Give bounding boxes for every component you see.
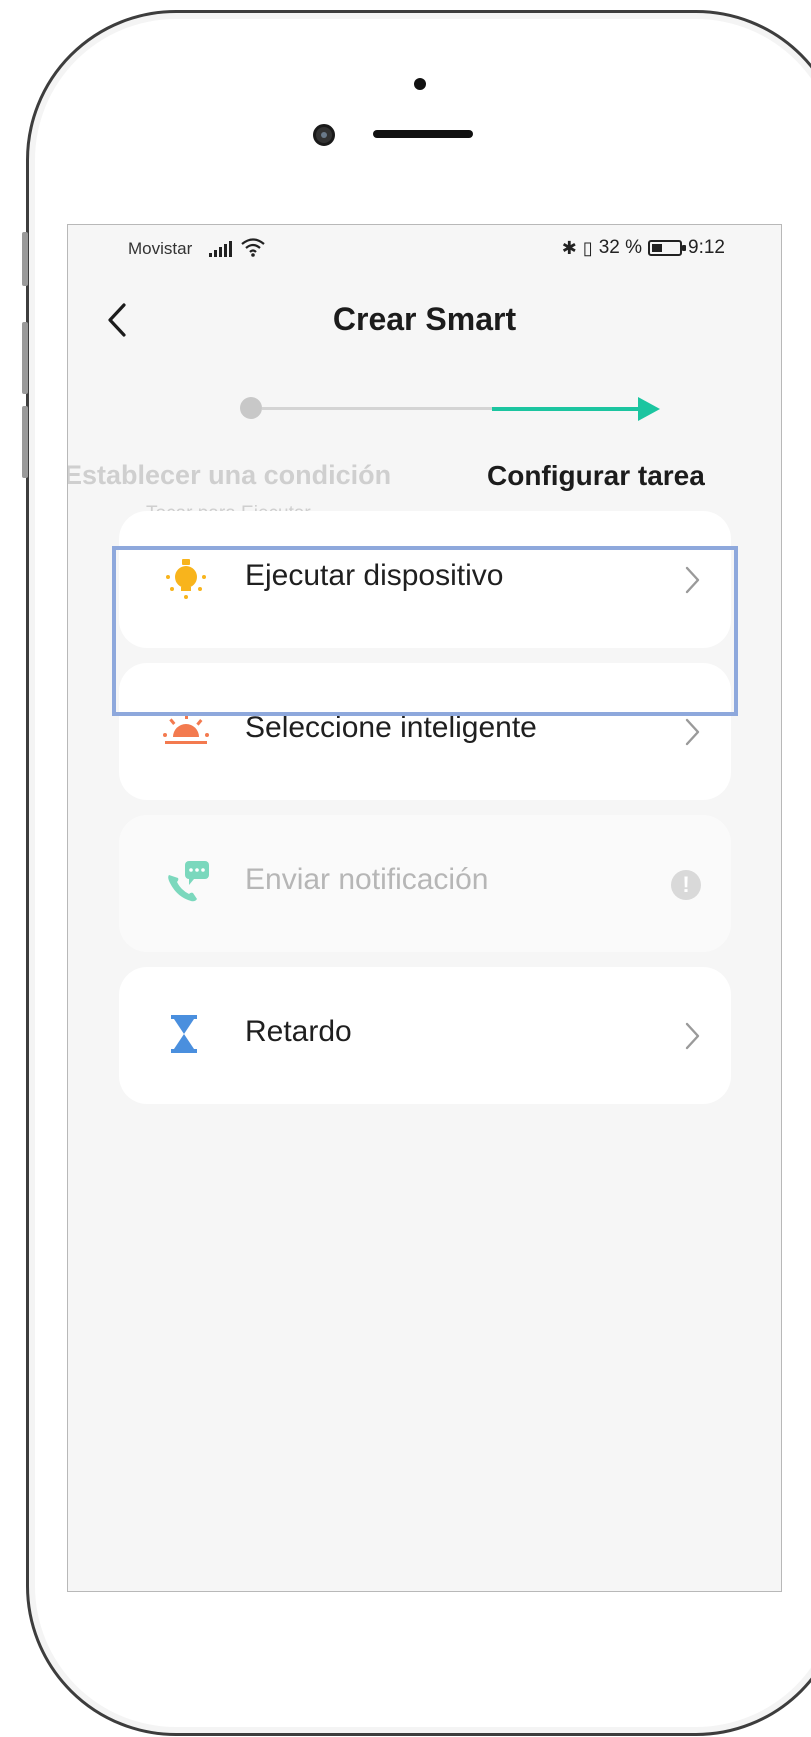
- battery-icon: [648, 240, 687, 256]
- app-screen: Movistar ✱ ▯ 32 % 9:12 Crear Smart Estab…: [67, 224, 782, 1592]
- step-indicator-dot: [240, 397, 262, 419]
- signal-icon: [209, 241, 232, 257]
- selection-highlight: [112, 546, 738, 716]
- page-title: Crear Smart: [332, 301, 517, 337]
- bluetooth-icon: ✱: [561, 237, 577, 258]
- option-send-notification[interactable]: Enviar notificación !: [119, 815, 731, 952]
- status-time: 9:12: [688, 237, 725, 258]
- wifi-icon: [241, 238, 265, 257]
- carrier-name: Movistar: [128, 239, 193, 258]
- phone-volume-down: [22, 406, 28, 478]
- phone-message-icon: [168, 861, 209, 902]
- step-progress-inactive: [262, 407, 492, 410]
- chevron-right-icon: [685, 1022, 700, 1050]
- status-bar: Movistar ✱ ▯ 32 % 9:12: [68, 225, 781, 271]
- vibrate-icon: ▯: [582, 237, 593, 258]
- phone-speaker: [373, 130, 473, 138]
- battery-percent: 32 %: [598, 237, 643, 258]
- option-label: Enviar notificación: [245, 863, 489, 896]
- step-condition-label[interactable]: Establecer una condición: [68, 460, 391, 491]
- chevron-right-icon: [685, 718, 700, 746]
- option-delay[interactable]: Retardo: [119, 967, 731, 1104]
- step-arrow-icon: [638, 397, 660, 421]
- phone-sensor: [414, 78, 426, 90]
- hourglass-icon: [171, 1015, 197, 1053]
- phone-side-button: [22, 232, 28, 286]
- step-progress-active: [492, 407, 642, 411]
- info-alert-icon[interactable]: !: [671, 870, 701, 900]
- option-label: Retardo: [245, 1015, 352, 1048]
- header: Crear Smart: [68, 287, 781, 357]
- front-camera: [313, 124, 335, 146]
- step-task-label: Configurar tarea: [487, 460, 705, 491]
- phone-volume-up: [22, 322, 28, 394]
- option-label: Seleccione inteligente: [245, 711, 537, 744]
